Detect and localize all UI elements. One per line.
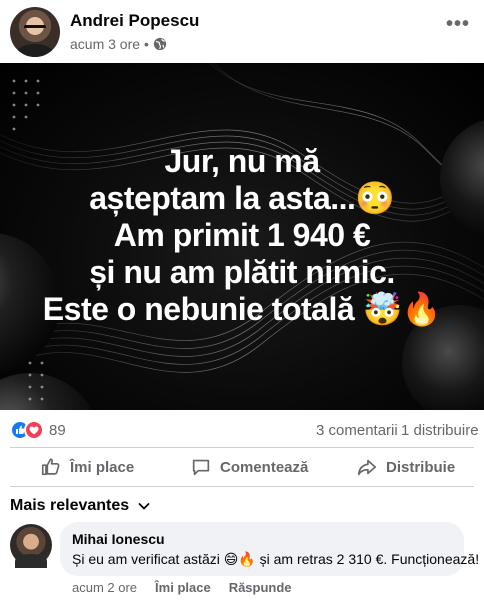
post-actions: Îmi place Comentează Distribuie (0, 452, 484, 482)
post-time[interactable]: acum 3 ore (70, 36, 140, 52)
author-avatar[interactable] (10, 7, 60, 57)
comment-text: Și eu am verificat astăzi 😄🔥 și am retra… (72, 551, 484, 567)
post-image[interactable]: Jur, nu mă așteptam la asta...😳 Am primi… (0, 63, 484, 410)
chevron-down-icon (138, 503, 150, 510)
reaction-icons[interactable] (10, 420, 46, 440)
comment-bubble: Mihai Ionescu Și eu am verificat astăzi … (60, 522, 484, 576)
share-button[interactable]: Distribuie (356, 452, 455, 482)
post-meta: acum 3 ore • (70, 36, 167, 52)
share-button-label: Distribuie (386, 458, 456, 476)
like-button[interactable]: Îmi place (40, 452, 134, 482)
post-header: Andrei Popescu acum 3 ore • ••• (0, 0, 484, 62)
comment-like-link[interactable]: Îmi place (155, 580, 211, 595)
love-reaction-icon (24, 420, 44, 440)
thumbs-up-icon (41, 458, 60, 476)
avatar-shirt (16, 44, 54, 57)
share-count[interactable]: 1 distribuire (401, 422, 479, 439)
comment-reply-link[interactable]: Răspunde (229, 580, 292, 595)
image-caption-text: Jur, nu mă așteptam la asta...😳 Am primi… (40, 143, 444, 328)
sunglasses (24, 25, 46, 31)
divider (10, 486, 474, 487)
share-icon (357, 459, 377, 476)
meta-separator: • (144, 36, 149, 52)
comment-button[interactable]: Comentează (190, 452, 308, 482)
comment-sort-dropdown[interactable]: Mais relevantes (10, 497, 151, 515)
image-text-line: și nu am plătit nimic. (89, 254, 395, 290)
like-button-label: Îmi place (70, 458, 135, 476)
image-text-line: Jur, nu mă (164, 143, 320, 179)
more-options-icon[interactable]: ••• (446, 14, 470, 34)
image-text-line: așteptam la asta...😳 (89, 180, 395, 216)
comment-icon (192, 459, 210, 476)
avatar-shirt (15, 554, 47, 568)
reactions-summary: 89 3 comentarii 1 distribuire (0, 418, 484, 442)
comment-sort-label: Mais relevantes (10, 497, 130, 514)
divider (10, 447, 474, 448)
comment-meta: acum 2 ore Îmi place Răspunde (72, 580, 292, 595)
image-text-line: Este o nebunie totală 🤯🔥 (42, 291, 442, 327)
reaction-count[interactable]: 89 (49, 422, 66, 439)
comment-count[interactable]: 3 comentarii (316, 422, 398, 439)
comment-time[interactable]: acum 2 ore (72, 580, 137, 595)
author-name[interactable]: Andrei Popescu (70, 11, 199, 31)
comment-button-label: Comentează (220, 458, 309, 476)
commenter-avatar[interactable] (10, 524, 52, 568)
image-text-line: Am primit 1 940 € (113, 217, 371, 253)
globe-icon (153, 37, 167, 51)
comment-author[interactable]: Mihai Ionescu (72, 531, 165, 547)
